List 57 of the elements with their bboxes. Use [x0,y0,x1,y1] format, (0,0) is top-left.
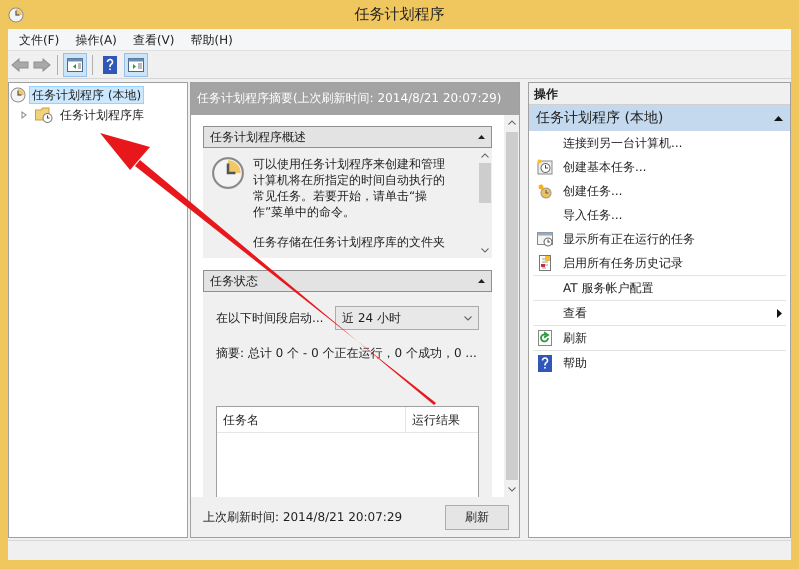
menu-item[interactable]: 帮助(H) [183,30,240,48]
clock-star-icon [537,183,553,199]
action-item[interactable]: 创建基本任务... [533,155,786,179]
scroll-down-icon[interactable] [480,248,488,253]
expand-arrow-icon[interactable] [20,111,28,119]
section-header[interactable]: 任务状态 [203,270,492,292]
menu-item[interactable]: 文件(F) [12,30,66,48]
notebook-icon [537,255,553,271]
scroll-down-icon[interactable] [508,487,516,492]
action-item[interactable]: 刷新 [533,326,786,350]
clock-icon [211,156,245,190]
action-item[interactable]: 创建任务... [533,179,786,203]
section-title: 任务计划程序概述 [210,129,306,146]
show-actions-button[interactable] [124,52,148,76]
description-text: 可以使用任务计划程序来创建和管理计算机将在所指定的时间自动执行的常见任务。若要开始，请单击“操作”菜单中的命令。 [253,156,446,220]
refresh-icon [537,330,553,346]
pane-window-icon [128,58,144,72]
collapse-arrow-icon[interactable] [774,116,783,120]
range-label: 在以下时间段启动... [216,310,324,327]
action-item[interactable]: 显示所有正在运行的任务 [533,227,786,251]
section-header[interactable]: 任务计划程序概述 [203,126,492,148]
scroll-up-icon[interactable] [508,120,516,125]
scrollbar[interactable] [504,115,519,497]
pane-window-icon [67,58,83,72]
window-clock-icon [537,231,553,247]
refresh-button[interactable]: 刷新 [445,504,509,530]
column-header[interactable]: 运行结果 [406,407,478,432]
collapse-arrow-icon[interactable] [478,279,485,283]
action-item[interactable]: 查看 [533,301,786,325]
folder-clock-icon [35,107,53,123]
last-refresh-text: 上次刷新时间: 2014/8/21 20:07:29 [203,509,402,526]
menu-item[interactable]: 查看(V) [126,30,182,48]
column-header[interactable]: 任务名 [217,407,406,432]
menu-item[interactable]: 操作(A) [68,30,124,48]
summary-text: 摘要: 总计 0 个 - 0 个正在运行，0 个成功，0 ... [216,345,478,362]
action-item[interactable]: 启用所有任务历史记录 [533,251,786,275]
actions-title: 操作 [534,86,558,102]
description-text: 任务存储在任务计划程序库的文件夹 [253,234,446,250]
clock-wizard-icon [537,159,553,175]
submenu-arrow-icon [777,308,782,318]
show-tree-button[interactable] [63,52,87,76]
app-icon [8,6,24,22]
collapse-arrow-icon[interactable] [478,135,485,139]
range-dropdown[interactable]: 近 24 小时 [335,306,479,330]
summary-header: 任务计划程序摘要(上次刷新时间: 2014/8/21 20:07:29) [197,91,502,105]
action-item[interactable]: 连接到另一台计算机... [533,131,786,155]
help-icon [103,56,117,74]
action-item[interactable]: AT 服务帐户配置 [533,276,786,300]
tree-item[interactable]: 任务计划程序 (本地) [29,86,144,104]
help-icon [538,354,552,372]
action-item[interactable]: 导入任务... [533,203,786,227]
actions-section-header[interactable]: 任务计划程序 (本地) [529,105,790,131]
window-title: 任务计划程序 [354,4,444,26]
section-title: 任务状态 [210,273,258,290]
tree-item[interactable]: 任务计划程序库 [57,106,147,124]
action-item[interactable]: 帮助 [533,351,786,375]
scroll-up-icon[interactable] [480,153,488,158]
